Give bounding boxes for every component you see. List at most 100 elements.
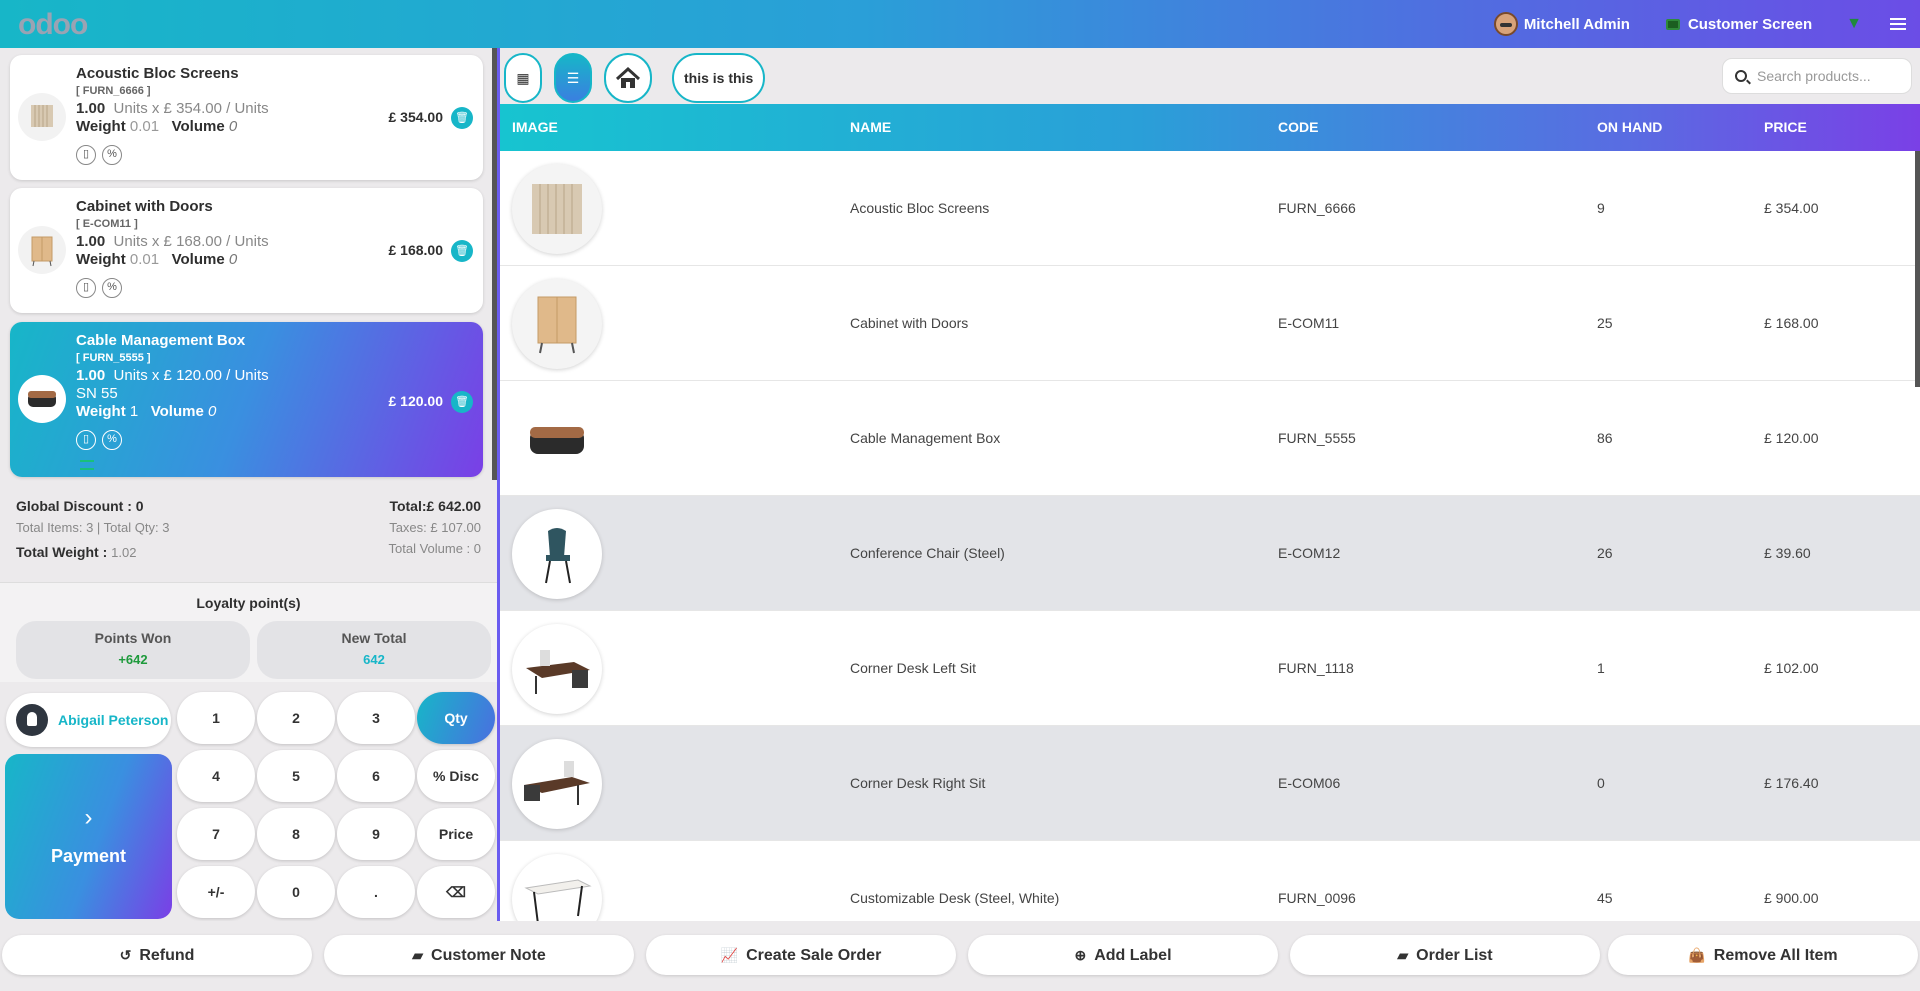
home-icon[interactable] [604, 53, 652, 103]
key-1[interactable]: 1 [177, 692, 255, 744]
product-image [512, 739, 602, 829]
customer-note-button[interactable]: ▰ Customer Note [324, 935, 634, 975]
chevron-right-icon: › [84, 804, 93, 831]
points-won-value: +642 [118, 652, 148, 667]
discount-icon[interactable]: % [102, 430, 122, 450]
product-image [512, 854, 602, 921]
search-placeholder: Search products... [1757, 68, 1871, 84]
order-line[interactable]: Acoustic Bloc Screens [ FURN_6666 ] 1.00… [10, 55, 483, 180]
line-weight-volume: Weight 0.01 Volume 0 [76, 118, 238, 135]
key-7[interactable]: 7 [177, 808, 255, 860]
menu-icon[interactable] [1890, 18, 1906, 30]
order-line[interactable]: Cabinet with Doors [ E-COM11 ] 1.00 Unit… [10, 188, 483, 313]
note-icon[interactable]: ▯ [76, 430, 96, 450]
order-list-button[interactable]: ▰ Order List [1290, 935, 1600, 975]
refund-button[interactable]: ↺ Refund [2, 935, 312, 975]
header-price: PRICE [1764, 119, 1807, 135]
product-code: FURN_6666 [1278, 200, 1356, 216]
add-label-button[interactable]: ⊕ Add Label [968, 935, 1278, 975]
table-header: IMAGE NAME CODE ON HAND PRICE [500, 104, 1920, 151]
table-row[interactable]: Cabinet with Doors E-COM11 25 £ 168.00 [500, 266, 1920, 381]
key-plus-minus[interactable]: +/- [177, 866, 255, 918]
key-3[interactable]: 3 [337, 692, 415, 744]
order-line-selected[interactable]: Cable Management Box [ FURN_5555 ] 1.00 … [10, 322, 483, 477]
order-panel: Acoustic Bloc Screens [ FURN_6666 ] 1.00… [0, 48, 497, 921]
key-discount[interactable]: % Disc [417, 750, 495, 802]
key-2[interactable]: 2 [257, 692, 335, 744]
table-row[interactable]: Corner Desk Right Sit E-COM06 0 £ 176.40 [500, 726, 1920, 841]
order-total: Total:£ 642.00 [389, 498, 481, 514]
delete-line-icon[interactable]: 🗑 [451, 240, 473, 262]
lot-list-icon[interactable] [80, 460, 94, 470]
list-view-icon[interactable]: ☰ [554, 53, 592, 103]
customer-name: Abigail Peterson [58, 712, 169, 728]
category-tag[interactable]: this is this [672, 53, 766, 103]
product-thumbnail [18, 93, 66, 141]
product-image [512, 624, 602, 714]
products-panel: ▦ ☰ this is this Search products... IMAG… [497, 48, 1920, 921]
key-9[interactable]: 9 [337, 808, 415, 860]
table-row[interactable]: Acoustic Bloc Screens FURN_6666 9 £ 354.… [500, 151, 1920, 266]
table-row[interactable]: Conference Chair (Steel) E-COM12 26 £ 39… [500, 496, 1920, 611]
global-discount: Global Discount : 0 [16, 498, 144, 514]
table-row[interactable]: Customizable Desk (Steel, White) FURN_00… [500, 841, 1920, 921]
grid-view-icon[interactable]: ▦ [504, 53, 542, 103]
product-price: £ 39.60 [1764, 545, 1811, 561]
delete-line-icon[interactable]: 🗑 [451, 107, 473, 129]
key-backspace[interactable]: ⌫ [417, 866, 495, 918]
new-total-value: 642 [363, 652, 385, 667]
new-total-label: New Total [341, 630, 407, 646]
product-code: FURN_5555 [1278, 430, 1356, 446]
discount-icon[interactable]: % [102, 278, 122, 298]
note-icon[interactable]: ▯ [76, 278, 96, 298]
product-controls: ▦ ☰ this is this Search products... [500, 48, 1920, 104]
table-row[interactable]: Cable Management Box FURN_5555 86 £ 120.… [500, 381, 1920, 496]
product-price: £ 102.00 [1764, 660, 1819, 676]
chart-line-icon: 📈 [720, 947, 739, 963]
person-icon [16, 704, 48, 736]
product-price: £ 176.40 [1764, 775, 1819, 791]
order-summary: Global Discount : 0 Total Items: 3 | Tot… [0, 488, 497, 578]
line-weight-volume: Weight 1 Volume 0 [76, 403, 217, 420]
note-icon[interactable]: ▯ [76, 145, 96, 165]
product-code: FURN_1118 [1278, 660, 1354, 676]
key-4[interactable]: 4 [177, 750, 255, 802]
loyalty-section: Loyalty point(s) Points Won +642 New Tot… [0, 582, 497, 682]
product-name: Customizable Desk (Steel, White) [850, 890, 1060, 906]
total-weight: Total Weight : 1.02 [16, 544, 137, 560]
user-menu[interactable]: Mitchell Admin [1493, 12, 1630, 36]
payment-label: Payment [50, 846, 127, 866]
new-total-box: New Total 642 [257, 621, 491, 679]
product-on-hand: 1 [1597, 660, 1605, 676]
undo-icon: ↺ [119, 947, 132, 963]
key-price[interactable]: Price [417, 808, 495, 860]
key-8[interactable]: 8 [257, 808, 335, 860]
product-on-hand: 9 [1597, 200, 1605, 216]
create-sale-order-button[interactable]: 📈 Create Sale Order [646, 935, 956, 975]
search-input[interactable]: Search products... [1722, 58, 1912, 94]
product-image [512, 164, 602, 254]
delete-line-icon[interactable]: 🗑 [451, 391, 473, 413]
key-5[interactable]: 5 [257, 750, 335, 802]
line-serial-number: SN 55 [76, 385, 118, 402]
remove-all-item-button[interactable]: 👜 Remove All Item [1608, 935, 1918, 975]
discount-icon[interactable]: % [102, 145, 122, 165]
key-6[interactable]: 6 [337, 750, 415, 802]
key-decimal[interactable]: . [337, 866, 415, 918]
header-code: CODE [1278, 119, 1319, 135]
customer-button[interactable]: Abigail Peterson [6, 693, 171, 747]
product-name: Corner Desk Right Sit [850, 775, 986, 791]
product-scrollbar[interactable] [1915, 151, 1920, 387]
key-qty[interactable]: Qty [417, 692, 495, 744]
table-row[interactable]: Corner Desk Left Sit FURN_1118 1 £ 102.0… [500, 611, 1920, 726]
payment-button[interactable]: › Payment [5, 754, 172, 919]
product-price: £ 900.00 [1764, 890, 1819, 906]
product-name: Corner Desk Left Sit [850, 660, 977, 676]
product-price: £ 354.00 [1764, 200, 1819, 216]
key-0[interactable]: 0 [257, 866, 335, 918]
line-quantity: 1.00 Units x £ 120.00 / Units [76, 367, 269, 384]
product-image [512, 509, 602, 599]
customer-screen-button[interactable]: Customer Screen [1665, 16, 1812, 33]
product-on-hand: 26 [1597, 545, 1613, 561]
wifi-icon[interactable]: ▼ [1846, 15, 1862, 33]
